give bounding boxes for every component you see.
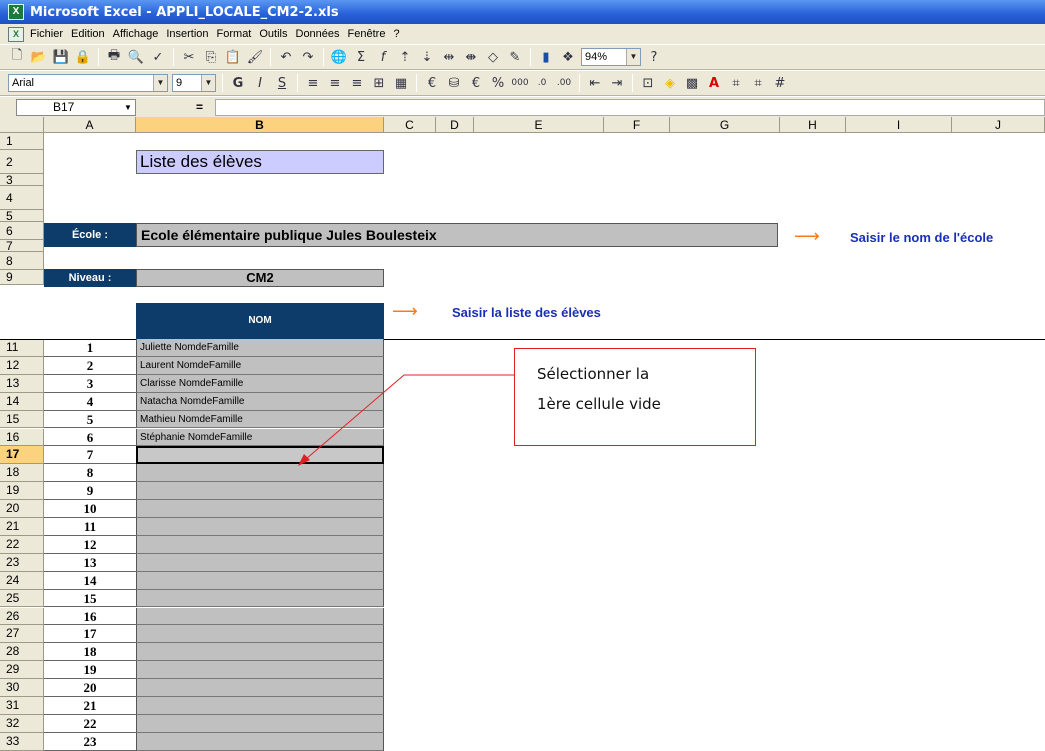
currency-icon[interactable]: ⛁ (444, 73, 464, 93)
formatting-toolbar: Arial ▼ 9 ▼ G I S ≡ ≡ ≡ ⊞ ▦ € ⛁ € % 000 .0… (0, 70, 1045, 96)
hyperlink-icon[interactable]: 🌐 (329, 47, 349, 67)
redo-icon[interactable]: ↷ (298, 47, 318, 67)
zoom-select[interactable]: 94% ▼ (581, 48, 641, 66)
euro-icon[interactable]: € (422, 73, 442, 93)
fill-color-icon[interactable]: ◈ (660, 73, 680, 93)
grid2-icon[interactable]: ⌗ (748, 73, 768, 93)
menu-format[interactable]: Format (217, 28, 252, 40)
spelling-icon[interactable]: ✓ (148, 47, 168, 67)
cut-icon[interactable]: ✂ (179, 47, 199, 67)
font-select[interactable]: Arial ▼ (8, 74, 168, 92)
chevron-down-icon: ▼ (626, 49, 640, 65)
merge-icon[interactable]: ⇹ (439, 47, 459, 67)
excel-app-icon[interactable]: X (8, 4, 24, 20)
underline-icon[interactable]: S (272, 73, 292, 93)
shape-icon[interactable]: ◇ (483, 47, 503, 67)
paste-icon[interactable]: 📋 (223, 47, 243, 67)
menu-donnees[interactable]: Données (296, 28, 340, 40)
function-icon[interactable]: f (373, 47, 393, 67)
border-icon[interactable]: ▦ (391, 73, 411, 93)
draw-icon[interactable]: ✎ (505, 47, 525, 67)
print-preview-icon[interactable]: 🔍 (126, 47, 146, 67)
standard-toolbar: 🗋 📂 💾 🔒 🖶 🔍 ✓ ✂ ⎘ 📋 🖌 ↶ ↷ 🌐 Σ f ⇡ ⇣ ⇹ ⇼ … (0, 44, 1045, 70)
align-left-icon[interactable]: ≡ (303, 73, 323, 93)
menu-affichage[interactable]: Affichage (113, 28, 159, 40)
menu-fichier[interactable]: Fichier (30, 28, 63, 40)
autosum-icon[interactable]: Σ (351, 47, 371, 67)
decrease-decimal-icon[interactable]: .00 (554, 73, 574, 93)
equals-sign: = (196, 100, 204, 114)
new-icon[interactable]: 🗋 (7, 47, 27, 67)
align-center-icon[interactable]: ≡ (325, 73, 345, 93)
drawing-icon[interactable]: ❖ (558, 47, 578, 67)
sort-desc-icon[interactable]: ⇣ (417, 47, 437, 67)
font-size-select[interactable]: 9 ▼ (172, 74, 216, 92)
callout-arrow (298, 374, 514, 466)
chevron-down-icon: ▼ (124, 102, 132, 112)
formula-input[interactable] (215, 98, 1045, 116)
font-color-icon[interactable]: A (704, 73, 724, 93)
grid-icon[interactable]: ⌗ (726, 73, 746, 93)
menu-help[interactable]: ? (393, 28, 399, 40)
borders-icon[interactable]: ⊡ (638, 73, 658, 93)
sort-asc-icon[interactable]: ⇡ (395, 47, 415, 67)
percent-icon[interactable]: % (488, 73, 508, 93)
chevron-down-icon: ▼ (201, 75, 215, 91)
chevron-down-icon: ▼ (153, 75, 167, 91)
excel-window: X Microsoft Excel - APPLI_LOCALE_CM2-2.x… (0, 0, 1045, 751)
hash-icon[interactable]: # (770, 73, 790, 93)
menu-edition[interactable]: Edition (71, 28, 105, 40)
merge-center-icon[interactable]: ⊞ (369, 73, 389, 93)
outdent-icon[interactable]: ⇤ (585, 73, 605, 93)
name-box[interactable]: B17 ▼ (16, 98, 136, 116)
menu-fenetre[interactable]: Fenêtre (348, 28, 386, 40)
pattern-icon[interactable]: ▩ (682, 73, 702, 93)
menu-bar: X Fichier Edition Affichage Insertion Fo… (0, 24, 1045, 44)
permission-icon[interactable]: 🔒 (73, 47, 93, 67)
formula-bar: B17 ▼ = (0, 97, 1045, 117)
help-icon[interactable]: ? (644, 47, 664, 67)
workbook-icon[interactable]: X (8, 26, 24, 42)
bold-icon[interactable]: G (228, 73, 248, 93)
split-icon[interactable]: ⇼ (461, 47, 481, 67)
copy-icon[interactable]: ⎘ (201, 47, 221, 67)
window-title: Microsoft Excel - APPLI_LOCALE_CM2-2.xls (30, 4, 339, 20)
increase-decimal-icon[interactable]: .0 (532, 73, 552, 93)
menu-insertion[interactable]: Insertion (166, 28, 208, 40)
print-icon[interactable]: 🖶 (104, 47, 124, 67)
undo-icon[interactable]: ↶ (276, 47, 296, 67)
open-icon[interactable]: 📂 (29, 47, 49, 67)
thousands-icon[interactable]: 000 (510, 73, 530, 93)
save-icon[interactable]: 💾 (51, 47, 71, 67)
italic-icon[interactable]: I (250, 73, 270, 93)
align-right-icon[interactable]: ≡ (347, 73, 367, 93)
format-painter-icon[interactable]: 🖌 (245, 47, 265, 67)
menu-outils[interactable]: Outils (259, 28, 287, 40)
indent-icon[interactable]: ⇥ (607, 73, 627, 93)
euro-format-icon[interactable]: € (466, 73, 486, 93)
title-bar: X Microsoft Excel - APPLI_LOCALE_CM2-2.x… (0, 0, 1045, 24)
worksheet: A B C D E F G H I J 1 2 3 4 5 6 7 8 9 11 12 13 14 15 1… (0, 117, 1045, 751)
chart-icon[interactable]: ▮ (536, 47, 556, 67)
